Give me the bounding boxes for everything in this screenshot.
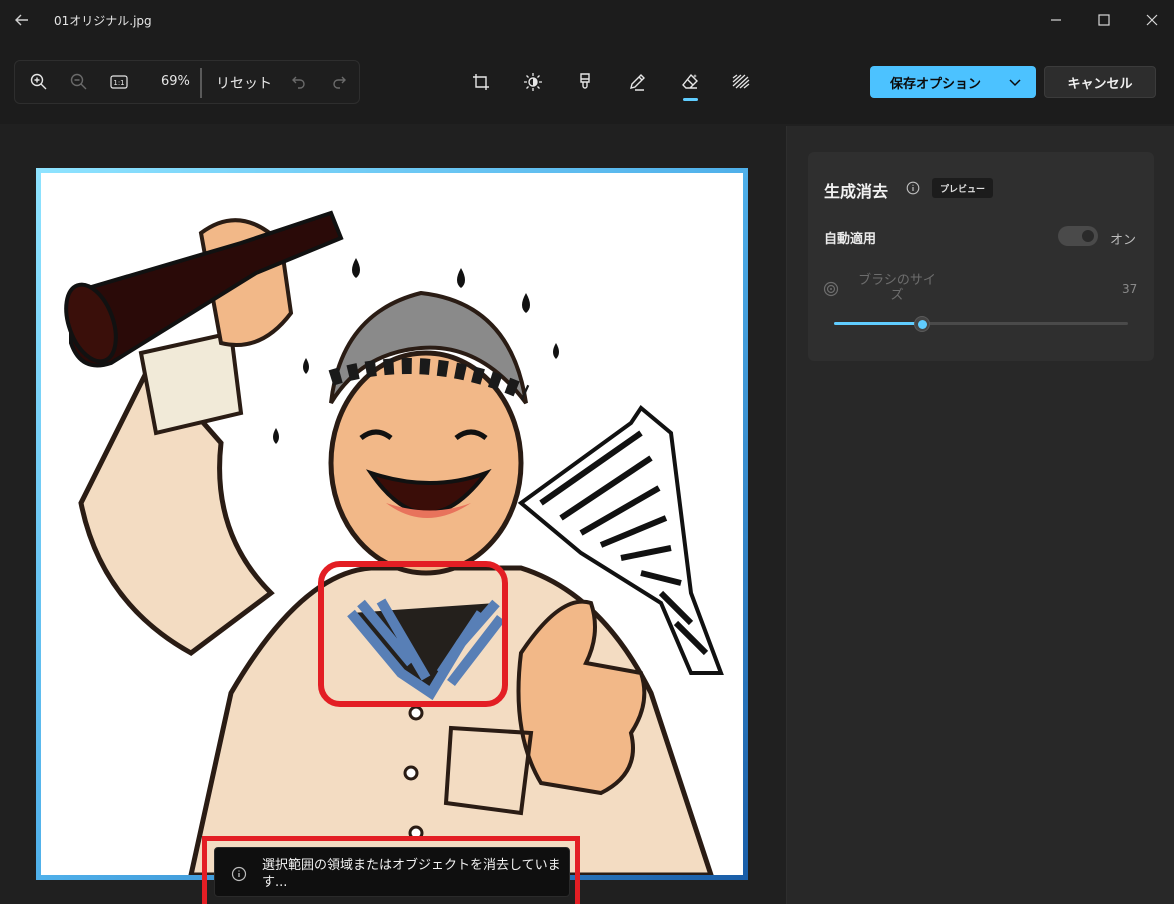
- zoom-out-icon: [70, 73, 87, 90]
- chevron-down-icon: [1009, 79, 1021, 87]
- zoom-out-button[interactable]: [65, 68, 93, 96]
- panel-title: 生成消去: [824, 182, 889, 201]
- redo-icon: [333, 76, 346, 89]
- zoom-in-button[interactable]: [25, 68, 53, 96]
- info-icon[interactable]: [906, 181, 920, 195]
- minimize-icon: [1051, 19, 1061, 21]
- erase-tool[interactable]: [676, 68, 704, 96]
- filter-tool[interactable]: [571, 68, 599, 96]
- zoom-in-icon: [30, 73, 47, 90]
- crop-tool[interactable]: [467, 68, 495, 96]
- pen-icon: [630, 74, 645, 91]
- cancel-button[interactable]: キャンセル: [1044, 66, 1156, 98]
- actual-size-button[interactable]: 1:1: [105, 68, 133, 96]
- window-title: 01オリジナル.jpg: [54, 14, 152, 28]
- markup-tool[interactable]: [623, 68, 651, 96]
- save-options-button[interactable]: 保存オプション: [870, 66, 1036, 98]
- preview-badge: プレビュー: [932, 178, 993, 198]
- title-bar: 01オリジナル.jpg: [0, 0, 1174, 40]
- paint-brush-icon: [580, 73, 590, 89]
- auto-apply-label: 自動適用: [824, 232, 877, 247]
- toast-message: 選択範囲の領域またはオブジェクトを消去しています...: [262, 858, 561, 890]
- crop-icon: [473, 74, 489, 90]
- brush-size-icon: [823, 281, 839, 297]
- background-blur-icon: [732, 74, 750, 89]
- maximize-icon: [1098, 14, 1110, 26]
- brush-size-label: ブラシのサイズ: [858, 273, 936, 303]
- brightness-icon: [524, 73, 542, 91]
- toggle-knob: [1082, 230, 1094, 242]
- brush-size-value: 37: [1122, 282, 1138, 296]
- svg-text:1:1: 1:1: [113, 79, 124, 87]
- brush-size-slider[interactable]: [834, 322, 1128, 325]
- eraser-icon: [682, 73, 698, 89]
- minimize-button[interactable]: [1042, 6, 1070, 34]
- auto-apply-toggle[interactable]: [1058, 226, 1098, 246]
- toolbar-divider: [200, 68, 202, 98]
- undo-icon: [292, 76, 305, 89]
- adjust-tool[interactable]: [519, 68, 547, 96]
- close-icon: [1146, 14, 1158, 26]
- undo-button[interactable]: [285, 68, 313, 96]
- zoom-controls: 1:1 69% リセット: [14, 60, 360, 104]
- slider-thumb[interactable]: [914, 316, 930, 332]
- reset-button[interactable]: リセット: [216, 73, 272, 93]
- save-options-label: 保存オプション: [890, 76, 982, 92]
- back-arrow-icon: [15, 14, 28, 26]
- selection-highlight: [318, 561, 508, 707]
- active-tool-indicator: [683, 98, 698, 101]
- close-button[interactable]: [1138, 6, 1166, 34]
- cartoon-illustration: [41, 173, 743, 875]
- blur-tool[interactable]: [727, 68, 755, 96]
- status-toast: 選択範囲の領域またはオブジェクトを消去しています...: [214, 847, 570, 897]
- info-icon: [231, 866, 247, 882]
- maximize-button[interactable]: [1090, 6, 1118, 34]
- toolbar: 1:1 69% リセット 保存オプション キャンセル: [0, 40, 1174, 124]
- zoom-level[interactable]: 69%: [161, 74, 190, 89]
- actual-size-icon: 1:1: [110, 75, 128, 89]
- back-button[interactable]: [10, 8, 34, 32]
- edited-image[interactable]: [36, 168, 748, 880]
- slider-fill: [834, 322, 922, 325]
- auto-apply-state: オン: [1110, 233, 1137, 248]
- redo-button[interactable]: [325, 68, 353, 96]
